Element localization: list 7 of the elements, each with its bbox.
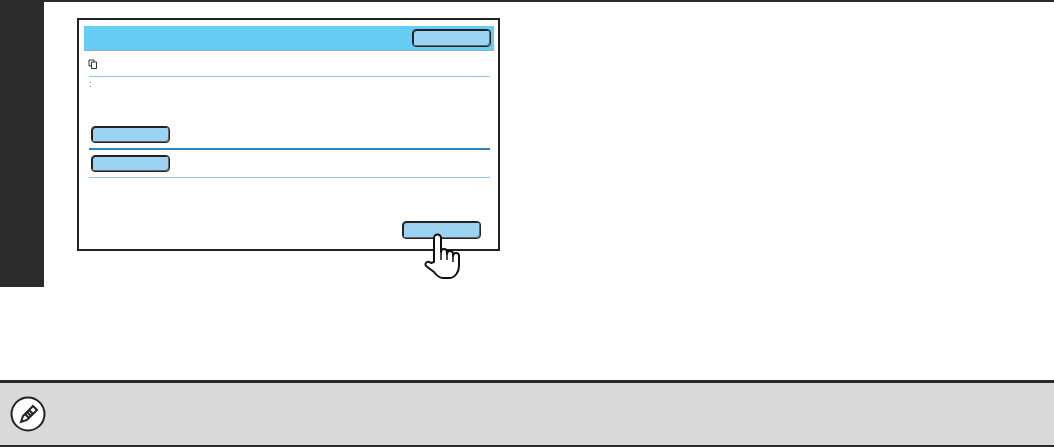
option-button[interactable]: [91, 155, 170, 172]
title-button[interactable]: [412, 29, 491, 47]
info-text: :: [89, 79, 92, 89]
pencil-icon: [10, 396, 46, 432]
option-button[interactable]: [91, 126, 170, 143]
document-icon: [88, 58, 98, 69]
hand-pointer-icon: [424, 232, 460, 282]
